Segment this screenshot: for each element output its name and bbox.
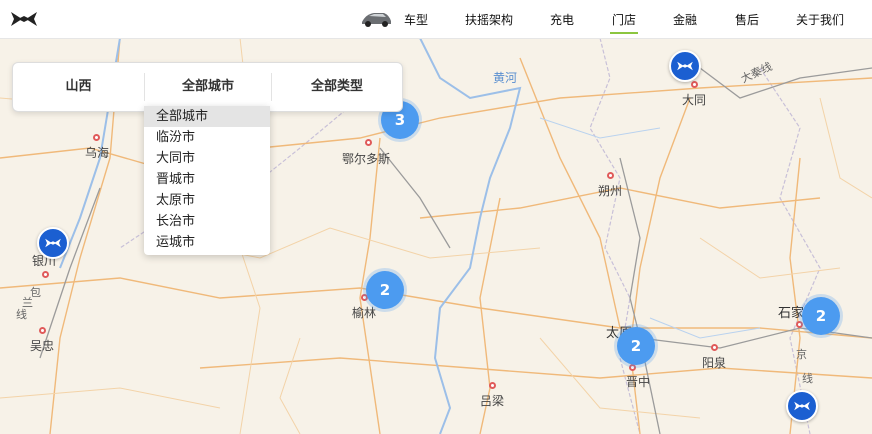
store-pin-datong[interactable] — [669, 50, 701, 82]
city-dropdown: 全部城市 临汾市 大同市 晋城市 太原市 长治市 运城市 — [144, 106, 270, 255]
city-option-all[interactable]: 全部城市 — [144, 106, 270, 127]
city-option-jincheng[interactable]: 晋城市 — [144, 169, 270, 190]
store-cluster-yulin[interactable]: 2 — [366, 271, 404, 309]
city-option-linfen[interactable]: 临汾市 — [144, 127, 270, 148]
nav-item-architecture[interactable]: 扶摇架构 — [465, 11, 513, 28]
jingguang-line-label-2: 线 — [802, 372, 813, 385]
city-option-taiyuan[interactable]: 太原市 — [144, 190, 270, 211]
city-filter[interactable]: 全部城市 — [145, 63, 271, 111]
city-dot-jinzhong — [629, 364, 636, 371]
nav-item-after-sales[interactable]: 售后 — [735, 11, 759, 28]
city-option-yuncheng[interactable]: 运城市 — [144, 232, 270, 253]
city-label-jinzhong: 晋中 — [626, 375, 651, 389]
city-dot-wuhai — [93, 134, 100, 141]
xpeng-pin-icon — [45, 238, 61, 248]
city-label-wuhai: 乌海 — [85, 146, 110, 160]
nav-item-stores[interactable]: 门店 — [609, 11, 639, 34]
city-label-yulin: 榆林 — [352, 306, 377, 320]
city-label-lvliang: 吕梁 — [480, 394, 505, 408]
yellow-river-label: 黄河 — [493, 71, 518, 85]
nav-item-models[interactable]: 车型 — [404, 11, 428, 28]
city-dot-yinchuan — [42, 271, 49, 278]
xpeng-pin-icon — [677, 61, 693, 71]
xpeng-pin-icon — [794, 401, 810, 411]
city-label-eerduosi: 鄂尔多斯 — [342, 152, 391, 166]
city-dot-shuozhou — [607, 172, 614, 179]
city-label-datong: 大同 — [682, 93, 707, 107]
city-label-yangquan: 阳泉 — [702, 356, 727, 370]
city-option-changzhi[interactable]: 长治市 — [144, 211, 270, 232]
top-navigation-bar: 车型 扶摇架构 充电 门店 金融 售后 关于我们 — [0, 0, 872, 39]
province-filter[interactable]: 山西 — [13, 63, 144, 111]
city-label-shuozhou: 朔州 — [598, 184, 623, 198]
city-dot-datong — [691, 81, 698, 88]
baolan-line-label-3: 线 — [16, 308, 27, 321]
nav-item-about-us[interactable]: 关于我们 — [796, 11, 844, 28]
nav-item-finance[interactable]: 金融 — [673, 11, 697, 28]
main-nav: 车型 扶摇架构 充电 门店 金融 售后 关于我们 — [0, 0, 872, 38]
type-filter[interactable]: 全部类型 — [272, 63, 402, 111]
city-dot-wuzhong — [39, 327, 46, 334]
store-pin-shijiazhuang-south[interactable] — [786, 390, 818, 422]
city-dot-eerduosi — [365, 139, 372, 146]
nav-item-charging[interactable]: 充电 — [550, 11, 574, 28]
city-dot-lvliang — [489, 382, 496, 389]
store-cluster-taiyuan[interactable]: 2 — [617, 327, 655, 365]
city-option-datong[interactable]: 大同市 — [144, 148, 270, 169]
city-label-shijiazhuang: 石家 — [778, 306, 805, 321]
store-pin-yinchuan[interactable] — [37, 227, 69, 259]
city-dot-shijiazhuang — [796, 321, 803, 328]
city-label-wuzhong: 吴忠 — [30, 339, 55, 353]
store-filter-bar: 山西 全部城市 全部类型 — [12, 62, 403, 112]
jingguang-line-label-1: 京 — [796, 348, 807, 361]
city-dot-yangquan — [711, 344, 718, 351]
store-cluster-shijiazhuang[interactable]: 2 — [802, 297, 840, 335]
